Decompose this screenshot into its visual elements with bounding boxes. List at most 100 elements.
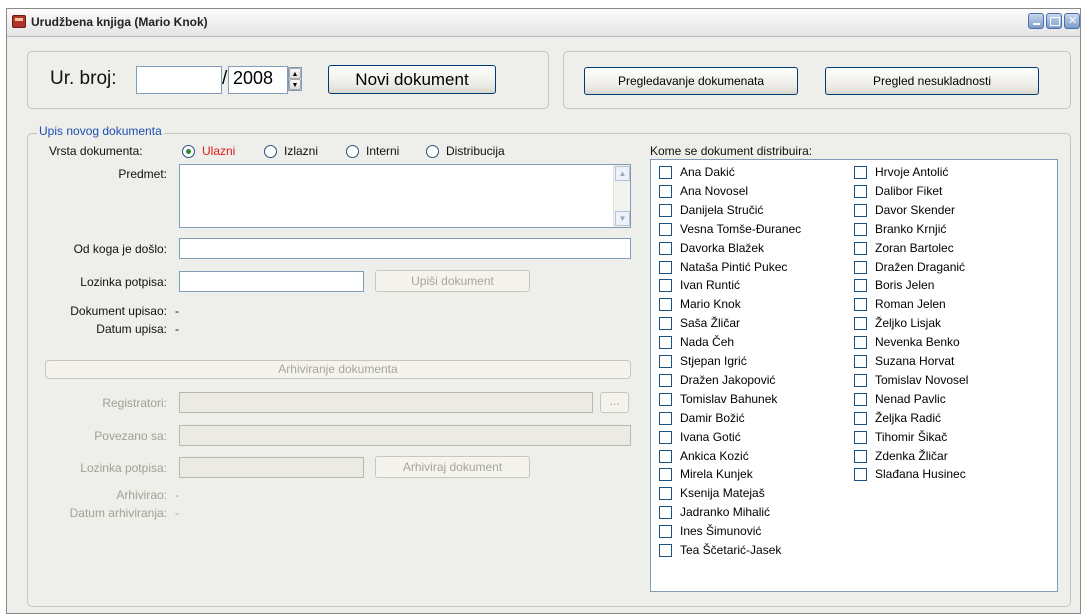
distribution-item-label: Hrvoje Antolić <box>875 165 949 179</box>
checkbox[interactable] <box>854 373 867 387</box>
radio-izlazni-label[interactable]: Izlazni <box>284 144 318 158</box>
distribution-item-label: Jadranko Mihalić <box>680 505 771 520</box>
checkbox[interactable] <box>659 506 672 520</box>
predmet-scrollbar[interactable]: ▲ ▼ <box>613 165 630 227</box>
checkbox[interactable] <box>854 430 867 444</box>
checkbox[interactable] <box>854 449 867 463</box>
checkbox[interactable] <box>854 279 867 293</box>
registratori-label: Registratori: <box>102 396 167 410</box>
app-icon <box>12 15 26 28</box>
checkbox[interactable] <box>659 487 672 501</box>
checkbox[interactable] <box>659 355 672 368</box>
checkbox[interactable] <box>659 411 672 425</box>
checkbox[interactable] <box>854 355 867 368</box>
arhiviraj-dokument-button[interactable]: Arhiviraj dokument <box>375 456 530 478</box>
distribution-item-label: Tea Ščetarić-Jasek <box>680 543 782 557</box>
checkbox[interactable] <box>659 392 672 406</box>
checkbox[interactable] <box>854 411 867 425</box>
checkbox[interactable] <box>659 241 672 255</box>
minimize-icon[interactable] <box>1028 13 1044 29</box>
lozinka-input[interactable] <box>179 271 364 292</box>
od-koga-input[interactable] <box>179 238 631 259</box>
distribution-item-label: Ines Šimunović <box>680 524 762 539</box>
distribution-item-label: Suzana Horvat <box>875 354 955 368</box>
distribution-item-label: Ivana Gotić <box>680 429 741 444</box>
upisi-dokument-button[interactable]: Upiši dokument <box>375 270 530 292</box>
od-koga-label: Od koga je došlo: <box>73 242 167 256</box>
radio-ulazni[interactable] <box>182 145 195 158</box>
checkbox[interactable] <box>659 430 672 444</box>
checkbox[interactable] <box>854 222 867 236</box>
lozinka-label: Lozinka potpisa: <box>80 275 167 289</box>
novi-dokument-button[interactable]: Novi dokument <box>328 65 496 94</box>
checkbox[interactable] <box>659 449 672 463</box>
distribution-item-label: Davor Skender <box>875 202 956 217</box>
scroll-up-icon[interactable]: ▲ <box>615 166 630 181</box>
radio-interni-label[interactable]: Interni <box>366 144 399 158</box>
distribution-item-label: Dražen Jakopović <box>680 372 776 387</box>
checkbox[interactable] <box>659 184 672 198</box>
distribution-item-label: Mirela Kunjek <box>680 467 753 482</box>
checkbox[interactable] <box>659 279 672 293</box>
checkbox[interactable] <box>659 317 672 331</box>
distribution-item-label: Nataša Pintić Pukec <box>680 259 788 274</box>
distribution-item-label: Ana Novosel <box>680 183 749 198</box>
title-bar[interactable]: Urudžbena knjiga (Mario Knok) <box>7 9 1080 37</box>
checkbox[interactable] <box>659 525 672 539</box>
distribution-item-label: Vesna Tomše-Đuranec <box>680 221 802 236</box>
checkbox[interactable] <box>659 298 672 312</box>
ur-broj-input[interactable] <box>136 66 222 94</box>
checkbox[interactable] <box>854 166 867 179</box>
distribution-item-label: Nevenka Benko <box>875 335 960 350</box>
arhivirao-label: Arhivirao: <box>116 488 167 502</box>
pregledavanje-button[interactable]: Pregledavanje dokumenata <box>584 67 798 95</box>
checkbox[interactable] <box>854 184 867 198</box>
radio-distribucija-label[interactable]: Distribucija <box>446 144 505 158</box>
maximize-icon[interactable] <box>1046 13 1062 29</box>
checkbox[interactable] <box>854 317 867 331</box>
checkbox[interactable] <box>854 392 867 406</box>
checkbox[interactable] <box>659 260 672 274</box>
checkbox[interactable] <box>659 468 672 482</box>
checkbox[interactable] <box>854 241 867 255</box>
predmet-text <box>180 165 630 169</box>
distribution-item-label: Nenad Pavlic <box>875 391 946 406</box>
distribution-label: Kome se dokument distribuira: <box>650 144 813 158</box>
distribution-listbox[interactable]: Ana Dakić Ana Novosel Danijela Stručić Vesn… <box>650 159 1058 592</box>
distribution-item-label: Branko Krnjić <box>875 221 947 236</box>
radio-distribucija[interactable] <box>426 145 439 158</box>
arch-lozinka-input[interactable] <box>179 457 364 478</box>
scroll-down-icon[interactable]: ▼ <box>615 211 630 226</box>
pregled-nesukladnosti-button[interactable]: Pregled nesukladnosti <box>825 67 1039 95</box>
checkbox[interactable] <box>659 166 672 179</box>
povezano-input[interactable] <box>179 425 631 446</box>
arhivirao-value: - <box>175 488 179 502</box>
distribution-item-label: Danijela Stručić <box>680 202 764 217</box>
predmet-textarea[interactable]: ▲ ▼ <box>179 164 631 228</box>
checkbox[interactable] <box>854 468 867 482</box>
checkbox[interactable] <box>659 373 672 387</box>
arhiviranje-bar[interactable]: Arhiviranje dokumenta <box>45 360 631 379</box>
radio-izlazni[interactable] <box>264 145 277 158</box>
year-input[interactable]: 2008 <box>228 66 288 94</box>
distribution-item-label: Željka Radić <box>875 410 942 425</box>
spinner-up-icon[interactable]: ▲ <box>289 68 301 79</box>
checkbox[interactable] <box>659 544 672 557</box>
checkbox[interactable] <box>854 260 867 274</box>
year-spinner[interactable]: ▲ ▼ <box>288 67 302 91</box>
radio-ulazni-label[interactable]: Ulazni <box>202 144 235 158</box>
checkbox[interactable] <box>659 203 672 217</box>
distribution-item-label: Nada Čeh <box>680 335 735 350</box>
checkbox[interactable] <box>659 336 672 350</box>
checkbox[interactable] <box>854 336 867 350</box>
close-icon[interactable] <box>1064 13 1080 29</box>
checkbox[interactable] <box>854 203 867 217</box>
spinner-down-icon[interactable]: ▼ <box>289 79 301 90</box>
registratori-browse-button[interactable]: ... <box>600 392 629 413</box>
radio-interni[interactable] <box>346 145 359 158</box>
checkbox[interactable] <box>659 222 672 236</box>
checkbox[interactable] <box>854 298 867 312</box>
registratori-input[interactable] <box>179 392 593 413</box>
distribution-item-label: Tihomir Šikač <box>875 429 948 444</box>
datum-arhiviranja-label: Datum arhiviranja: <box>69 506 167 520</box>
